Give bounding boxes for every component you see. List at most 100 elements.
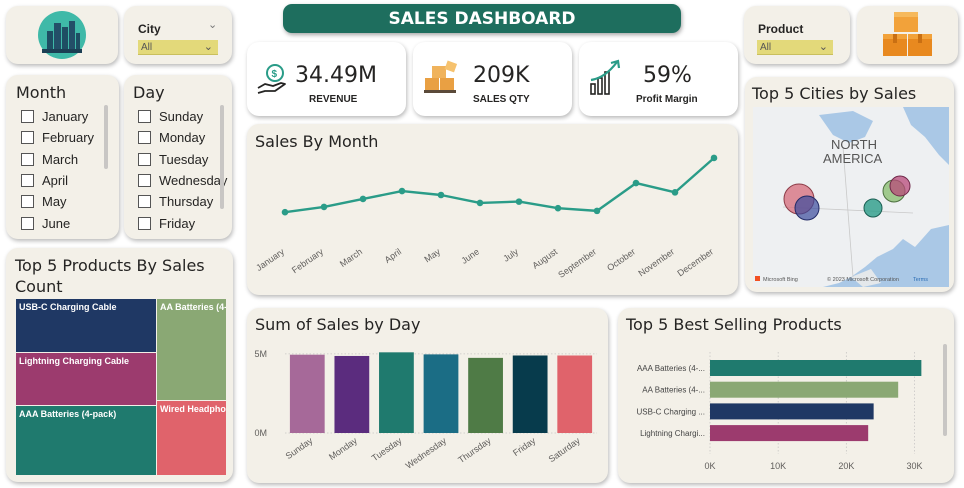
checkbox[interactable] [138, 195, 151, 209]
month-item-label: January [42, 109, 89, 124]
month-item[interactable]: June [21, 213, 70, 234]
product-slicer-dropdown[interactable]: All ⌄ [757, 40, 833, 55]
checkbox[interactable] [21, 152, 34, 166]
product-bar[interactable] [710, 381, 899, 398]
treemap-cell[interactable]: USB-C Charging Cable [16, 299, 156, 352]
line-point[interactable] [320, 203, 328, 211]
product-bar[interactable] [710, 425, 869, 442]
month-item[interactable]: February [21, 127, 94, 148]
line-point[interactable] [398, 187, 406, 195]
day-bar[interactable] [379, 352, 414, 433]
kpi-sales-qty-value: 209K [473, 63, 530, 88]
city-slicer-dropdown[interactable]: All ⌄ [138, 40, 218, 55]
checkbox[interactable] [138, 152, 151, 166]
day-scrollbar[interactable] [220, 105, 224, 209]
treemap-cell[interactable]: AAA Batteries (4-pack) [16, 406, 156, 475]
treemap-cell[interactable]: AA Batteries (4-... [157, 299, 226, 400]
map-region-label-north: NORTH [831, 137, 877, 152]
kpi-revenue-value: 34.49M [295, 63, 377, 88]
y-tick-label: Lightning Chargi... [640, 429, 705, 438]
sales-map[interactable]: NORTH AMERICA Microsoft Bing © 2023 Micr… [753, 107, 949, 287]
product-slicer[interactable]: Product All ⌄ [744, 6, 850, 64]
boxes-stack-icon [424, 60, 458, 93]
line-point[interactable] [359, 195, 367, 203]
kpi-profit-margin-value: 59% [643, 63, 692, 88]
city-bubble[interactable] [889, 175, 911, 197]
month-item[interactable]: April [21, 170, 68, 191]
top-products-treemap-card: Top 5 Products By Sales Count USB-C Char… [6, 248, 233, 482]
checkbox[interactable] [138, 216, 151, 230]
day-filter-title: Day [133, 83, 165, 102]
treemap-cell[interactable]: Wired Headpho... [157, 401, 226, 475]
day-bar[interactable] [423, 354, 459, 433]
day-bar[interactable] [289, 354, 325, 433]
line-point[interactable] [671, 189, 679, 196]
x-tick-label: 0K [704, 461, 715, 471]
sales-by-month-chart: January February March April May June July Augu… [254, 154, 718, 280]
top-cities-map-title: Top 5 Cities by Sales [752, 84, 917, 103]
day-item[interactable]: Tuesday [138, 149, 208, 170]
day-item-label: Wednesday [159, 172, 228, 188]
kpi-revenue-card: $ 34.49M REVENUE [247, 42, 406, 116]
checkbox[interactable] [21, 195, 34, 209]
day-bar[interactable] [334, 355, 370, 433]
x-tick-label: May [422, 246, 442, 264]
product-slicer-label: Product [758, 22, 804, 36]
checkbox[interactable] [21, 131, 34, 145]
product-bar[interactable] [710, 360, 922, 376]
products-scrollbar[interactable] [943, 344, 947, 436]
line-point[interactable] [476, 199, 484, 207]
day-item[interactable]: Wednesday [138, 170, 227, 191]
month-scrollbar[interactable] [104, 105, 108, 169]
line-point[interactable] [515, 198, 523, 205]
svg-text:$: $ [272, 69, 278, 80]
day-bar[interactable] [512, 355, 548, 433]
day-item-label: Friday [159, 215, 196, 231]
boxes-icon [883, 12, 932, 56]
map-copyright: © 2023 Microsoft Corporation [827, 276, 899, 283]
checkbox[interactable] [138, 110, 151, 123]
line-point[interactable] [281, 208, 289, 216]
sales-by-day-card: Sum of Sales by Day 0M 5M Sunday Monday Tues… [247, 308, 608, 483]
y-tick-label: 0M [254, 428, 267, 438]
month-item[interactable]: January [21, 106, 88, 127]
x-tick-label: February [290, 246, 326, 275]
day-item[interactable]: Friday [138, 213, 195, 234]
day-item-label: Thursday [159, 194, 214, 210]
product-logo-card [857, 6, 958, 64]
x-tick-label: 30K [907, 461, 923, 471]
product-bar[interactable] [710, 403, 874, 420]
city-bubble[interactable] [794, 195, 820, 221]
kpi-sales-qty-label: SALES QTY [473, 94, 530, 105]
checkbox[interactable] [138, 173, 151, 187]
map-terms-link[interactable]: Terms [913, 277, 928, 283]
treemap-cell[interactable]: Lightning Charging Cable [16, 353, 156, 405]
dashboard-title-banner: SALES DASHBOARD [283, 4, 681, 33]
line-point[interactable] [710, 154, 718, 162]
line-point[interactable] [632, 179, 640, 187]
day-item[interactable]: Thursday [138, 191, 213, 212]
line-point[interactable] [593, 207, 601, 215]
day-bar[interactable] [468, 357, 503, 433]
line-point[interactable] [554, 204, 562, 212]
day-item[interactable]: Monday [138, 127, 205, 148]
checkbox[interactable] [21, 110, 34, 123]
month-item[interactable]: March [21, 149, 78, 170]
line-point[interactable] [437, 191, 445, 199]
x-tick-label: January [254, 246, 286, 273]
day-item[interactable]: Sunday [138, 106, 203, 127]
checkbox[interactable] [138, 131, 151, 145]
top-cities-map-card: Top 5 Cities by Sales NORTH AMERICA Micr… [745, 77, 954, 292]
y-tick-label: 5M [254, 349, 267, 359]
city-bubble[interactable] [863, 198, 883, 218]
month-item-label: June [42, 215, 71, 231]
x-tick-label: Monday [327, 435, 359, 462]
city-slicer-value: All [141, 42, 153, 53]
checkbox[interactable] [21, 216, 34, 230]
bing-logo-icon [755, 276, 760, 281]
city-slicer[interactable]: City ⌄ All ⌄ [124, 6, 232, 64]
month-item[interactable]: May [21, 191, 67, 212]
x-tick-label: 20K [838, 461, 854, 471]
day-bar[interactable] [557, 355, 593, 433]
checkbox[interactable] [21, 173, 34, 187]
